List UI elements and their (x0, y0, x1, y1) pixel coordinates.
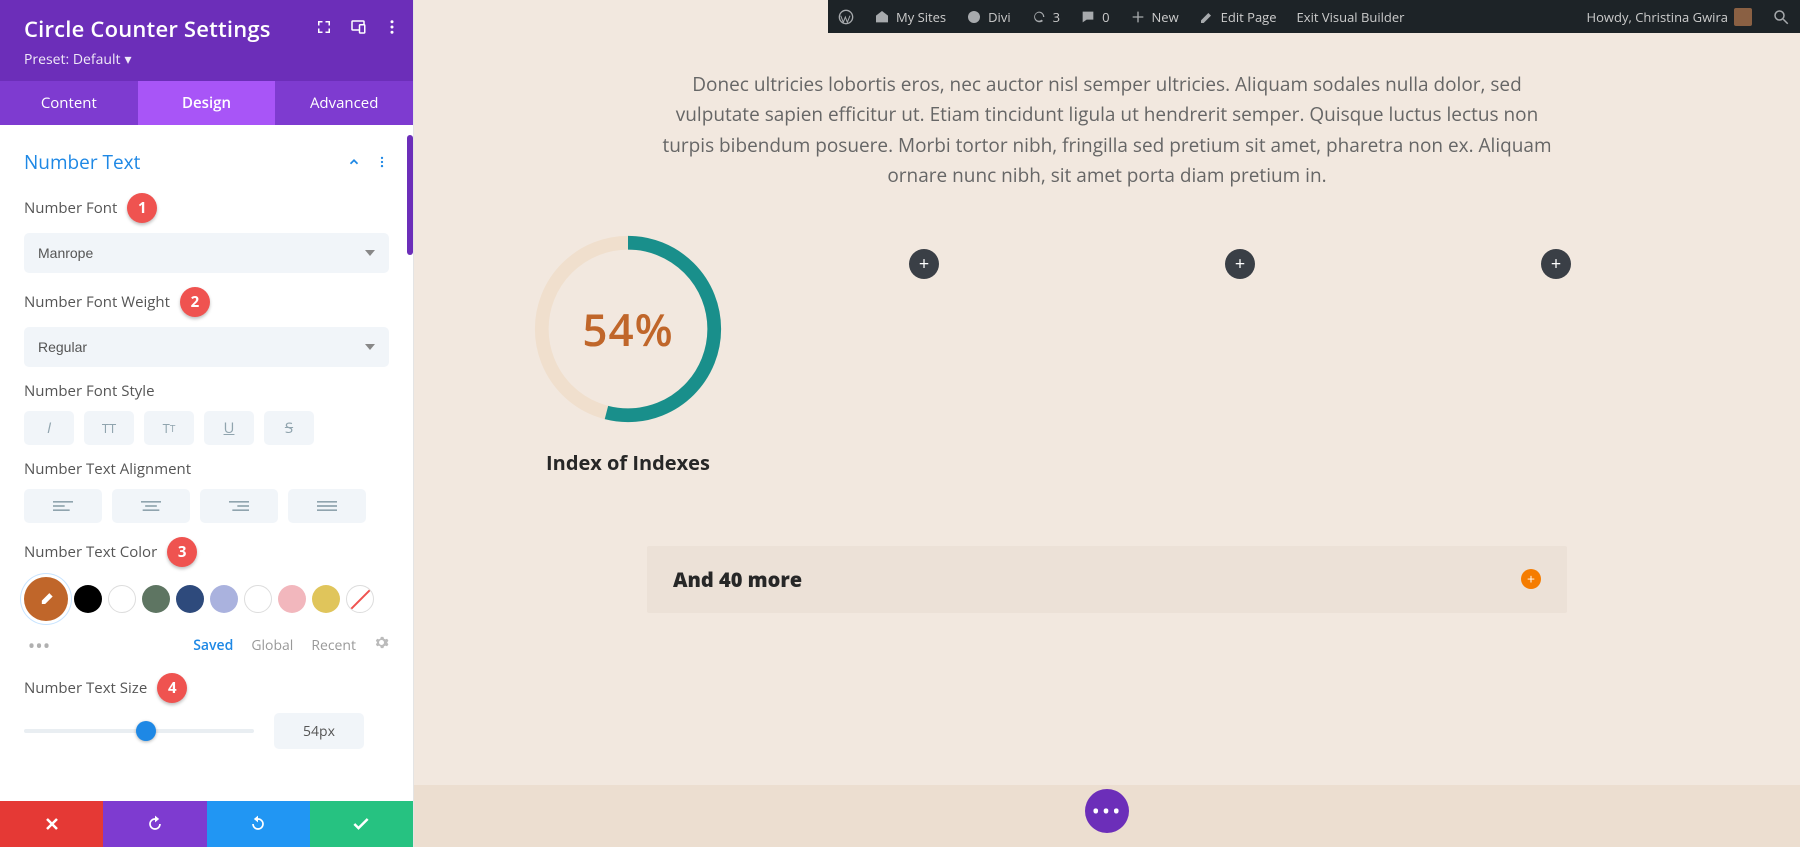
cancel-button[interactable] (0, 801, 103, 847)
save-button[interactable] (310, 801, 413, 847)
caret-down-icon: ▾ (124, 50, 131, 69)
color-picker-button[interactable] (24, 577, 68, 621)
search-icon[interactable] (1762, 0, 1800, 33)
palette-gear-icon[interactable] (374, 635, 389, 655)
accordion-expand-icon[interactable]: + (1521, 569, 1541, 589)
my-sites-link[interactable]: My Sites (864, 0, 956, 33)
tab-content[interactable]: Content (0, 81, 138, 125)
updates-link[interactable]: 3 (1021, 0, 1070, 33)
slider-thumb[interactable] (136, 721, 156, 741)
add-module-button[interactable]: + (909, 249, 939, 279)
panel-body: Number Text Number Font 1 Manrope Number… (0, 125, 413, 801)
circle-counter-title: Index of Indexes (546, 449, 710, 476)
site-link[interactable]: Divi (956, 0, 1021, 33)
panel-tabs: Content Design Advanced (0, 81, 413, 125)
redo-button[interactable] (207, 801, 310, 847)
annotation-4: 4 (157, 673, 187, 703)
comments-link[interactable]: 0 (1070, 0, 1119, 33)
account-link[interactable]: Howdy, Christina Gwira (1577, 0, 1762, 33)
exit-visual-builder-link[interactable]: Exit Visual Builder (1287, 0, 1415, 33)
align-center-button[interactable] (112, 489, 190, 523)
label-number-font-weight: Number Font Weight 2 (24, 287, 389, 317)
annotation-1: 1 (127, 193, 157, 223)
swatch-navy[interactable] (176, 585, 204, 613)
more-swatches-button[interactable]: ••• (24, 631, 54, 659)
swatch-sage[interactable] (142, 585, 170, 613)
style-underline-button[interactable]: U (204, 411, 254, 445)
align-justify-button[interactable] (288, 489, 366, 523)
palette-tab-saved[interactable]: Saved (193, 636, 233, 655)
edit-page-link[interactable]: Edit Page (1189, 0, 1287, 33)
swatch-periwinkle[interactable] (210, 585, 238, 613)
chevron-up-icon[interactable] (347, 149, 361, 175)
panel-header: Circle Counter Settings Preset: Default … (0, 0, 413, 81)
swatch-white2[interactable] (244, 585, 272, 613)
swatch-pink[interactable] (278, 585, 306, 613)
align-right-button[interactable] (200, 489, 278, 523)
circle-counter-module[interactable]: 54% Index of Indexes (530, 231, 726, 476)
swatch-white[interactable] (108, 585, 136, 613)
annotation-2: 2 (180, 287, 210, 317)
style-uppercase-button[interactable]: TT (84, 411, 134, 445)
annotation-3: 3 (167, 537, 197, 567)
expand-icon[interactable] (315, 18, 333, 41)
kebab-menu-icon[interactable] (383, 18, 401, 41)
page-preview: My Sites Divi 3 0 New Edit Page Exit Vis… (414, 0, 1800, 847)
preset-dropdown[interactable]: Preset: Default ▾ (24, 50, 389, 69)
page-settings-fab[interactable]: ••• (1085, 789, 1129, 833)
style-smallcaps-button[interactable]: TT (144, 411, 194, 445)
swatch-none[interactable] (346, 585, 374, 613)
label-number-font: Number Font 1 (24, 193, 389, 223)
select-number-font-weight[interactable]: Regular (24, 327, 389, 367)
swatch-gold[interactable] (312, 585, 340, 613)
label-number-text-alignment: Number Text Alignment (24, 459, 389, 479)
new-link[interactable]: New (1120, 0, 1189, 33)
divi-settings-panel: Circle Counter Settings Preset: Default … (0, 0, 414, 847)
tab-advanced[interactable]: Advanced (275, 81, 413, 125)
palette-tab-recent[interactable]: Recent (311, 636, 356, 655)
circle-counter-number: 54% (530, 231, 726, 427)
color-swatches (24, 577, 389, 621)
undo-button[interactable] (103, 801, 206, 847)
wp-logo[interactable] (828, 0, 864, 33)
panel-scrollbar[interactable] (407, 135, 413, 255)
palette-tab-global[interactable]: Global (251, 636, 293, 655)
align-left-button[interactable] (24, 489, 102, 523)
label-number-text-color: Number Text Color 3 (24, 537, 389, 567)
add-module-button[interactable]: + (1541, 249, 1571, 279)
slider-number-text-size[interactable] (24, 729, 254, 733)
tab-design[interactable]: Design (138, 81, 276, 125)
label-number-font-style: Number Font Style (24, 381, 389, 401)
style-italic-button[interactable]: I (24, 411, 74, 445)
add-module-button[interactable]: + (1225, 249, 1255, 279)
lorem-paragraph: Donec ultricies lobortis eros, nec aucto… (657, 69, 1557, 191)
select-number-font[interactable]: Manrope (24, 233, 389, 273)
accordion-item[interactable]: And 40 more + (647, 546, 1567, 613)
panel-footer-actions (0, 801, 413, 847)
kebab-menu-icon[interactable] (375, 149, 389, 175)
group-number-text[interactable]: Number Text (24, 149, 389, 175)
style-strikethrough-button[interactable]: S (264, 411, 314, 445)
input-number-text-size[interactable]: 54px (274, 713, 364, 749)
avatar (1734, 8, 1752, 26)
responsive-icon[interactable] (349, 18, 367, 41)
wp-adminbar: My Sites Divi 3 0 New Edit Page Exit Vis… (828, 0, 1800, 33)
label-number-text-size: Number Text Size 4 (24, 673, 389, 703)
swatch-black[interactable] (74, 585, 102, 613)
